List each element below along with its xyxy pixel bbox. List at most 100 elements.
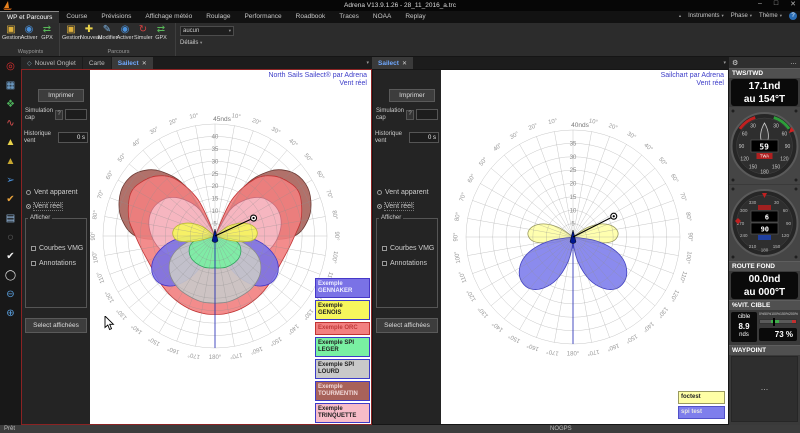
radio-vent-reel[interactable]: Vent réel <box>377 203 413 210</box>
check-icon[interactable]: ✔ <box>0 247 21 266</box>
waypoint-arrow-icon[interactable]: ➢ <box>0 171 21 190</box>
ribbon-tab[interactable]: Roulage <box>199 11 237 23</box>
zoom-in-icon[interactable]: ⊕ <box>0 304 21 323</box>
ribbon-tab[interactable]: Replay <box>398 11 432 23</box>
legend-item[interactable]: Exemple ORC <box>315 322 370 335</box>
legend-item[interactable]: Exemple TRINQUETTE <box>315 403 370 423</box>
minimize-button[interactable]: – <box>758 0 762 8</box>
ribbon-button[interactable]: ↻Simuler <box>134 24 152 41</box>
historique-vent-input[interactable]: 0 s <box>58 132 88 143</box>
simulation-cap-input[interactable] <box>416 109 438 120</box>
ribbon-tab[interactable]: NOAA <box>366 11 398 23</box>
ribbon-button[interactable]: ✎Modifier <box>98 24 116 41</box>
print-button[interactable]: Imprimer <box>389 89 435 102</box>
zoom-out-icon[interactable]: ⊖ <box>0 285 21 304</box>
ribbon-tab[interactable]: WP et Parcours <box>0 11 59 23</box>
ribbon-collapse-icon[interactable]: ▴ <box>679 13 681 19</box>
polar-chart-right[interactable]: Sailchart par Adrena Vent réel 10°10°20°… <box>441 70 728 424</box>
ribbon-button[interactable]: ◉Activer <box>116 24 134 41</box>
tws-twd-value: 17.1nd au 154°T <box>731 79 798 106</box>
panel-menu-icon[interactable]: … <box>790 59 797 66</box>
svg-text:170°: 170° <box>546 348 560 356</box>
help-button[interactable]: ? <box>55 110 63 120</box>
legend-item[interactable]: Exemple GENNAKER <box>315 278 370 298</box>
ribbon-button[interactable]: ✚Nouveau <box>80 24 98 41</box>
print-button[interactable]: Imprimer <box>38 89 84 102</box>
map-icon[interactable]: ▦ <box>0 76 21 95</box>
route-icon[interactable]: ∿ <box>0 114 21 133</box>
legend-item[interactable]: foctest <box>678 391 725 404</box>
ribbon-button[interactable]: ▣Gestion <box>2 24 20 41</box>
radio-vent-apparent[interactable]: Vent apparent <box>26 189 78 196</box>
svg-text:130°: 130° <box>656 305 669 319</box>
globe-route-icon[interactable]: ❖ <box>0 95 21 114</box>
lifebuoy-icon[interactable]: ◎ <box>0 57 21 76</box>
svg-text:30°: 30° <box>626 131 637 141</box>
tab-icon: ◇ <box>27 60 32 67</box>
polar-plot[interactable]: 10°10°20°20°30°30°40°40°50°50°60°60°70°7… <box>441 70 727 423</box>
document-tab[interactable]: Sailect✕ <box>112 57 153 69</box>
simulation-cap-input[interactable] <box>65 109 87 120</box>
svg-text:TWA: TWA <box>760 154 769 159</box>
chart-controls: Imprimer Simulation cap ? Historique ven… <box>22 70 90 424</box>
help-icon[interactable]: ? <box>789 12 797 20</box>
document-tab[interactable]: Carte <box>83 57 111 69</box>
select-affichees-button[interactable]: Select affichées <box>25 318 87 333</box>
svg-text:140°: 140° <box>130 322 144 335</box>
ribbon-button[interactable]: ⇄GPX <box>38 24 56 41</box>
notes-icon[interactable]: ▤ <box>0 209 21 228</box>
ribbon-tab[interactable]: Roadbook <box>289 11 333 23</box>
waypoints-list-icon[interactable]: ▲ <box>0 152 21 171</box>
checkbox-courbes-vmg[interactable]: Courbes VMG <box>382 245 434 252</box>
validate-route-icon[interactable]: ✔ <box>0 190 21 209</box>
checkbox-annotations[interactable]: Annotations <box>382 260 427 267</box>
close-tab-icon[interactable]: ✕ <box>142 60 147 67</box>
radio-vent-apparent[interactable]: Vent apparent <box>377 189 429 196</box>
details-dropdown[interactable]: Détails ▾ <box>180 40 300 46</box>
ribbon-tab[interactable]: Performance <box>237 11 288 23</box>
legend-item[interactable]: Exemple TOURMENTIN <box>315 381 370 401</box>
ribbon-button[interactable]: ⇄GPX <box>152 24 170 41</box>
tab-list-dropdown-icon[interactable]: ▾ <box>366 60 369 66</box>
twa-gauge: 3030 6060 9090 120120 150150 180 59 TWA <box>729 107 800 184</box>
ribbon-tab[interactable]: Traces <box>332 11 366 23</box>
document-tab[interactable]: ◇Nouvel Onglet <box>21 57 82 69</box>
ribbon-button[interactable]: ▣Gestion <box>62 24 80 41</box>
radio-vent-reel[interactable]: Vent réel <box>26 203 62 210</box>
waypoint-header: WAYPOINT <box>729 345 800 355</box>
historique-vent-input[interactable]: 0 s <box>409 132 439 143</box>
legend-item[interactable]: spi test <box>678 406 725 419</box>
close-tab-icon[interactable]: ✕ <box>402 60 407 67</box>
checkbox-annotations[interactable]: Annotations <box>31 260 76 267</box>
ribbon-button[interactable]: ◉Activer <box>20 24 38 41</box>
waypoint-icon[interactable]: ▲ <box>0 133 21 152</box>
legend-item[interactable]: Exemple SPI LEGER <box>315 337 370 357</box>
legend-item[interactable]: Exemple SPI LOURD <box>315 359 370 379</box>
polar-chart-left[interactable]: North Sails Sailect® par Adrena Vent rée… <box>90 70 371 424</box>
gear-icon[interactable]: ⚙ <box>732 59 738 67</box>
menu-dropdown[interactable]: Instruments▾ <box>688 13 724 19</box>
measure-icon[interactable]: ◌ <box>0 228 21 247</box>
tab-list-dropdown-icon[interactable]: ▾ <box>723 60 726 66</box>
legend-item[interactable]: Exemple GENOIS <box>315 300 370 320</box>
select-affichees-button[interactable]: Select affichées <box>376 318 438 333</box>
svg-text:60: 60 <box>782 132 788 138</box>
svg-text:50°: 50° <box>117 152 128 163</box>
document-tab[interactable]: Sailect✕ <box>372 57 413 69</box>
help-button[interactable]: ? <box>406 110 414 120</box>
maximize-button[interactable]: □ <box>774 0 778 8</box>
svg-text:30°: 30° <box>509 131 520 141</box>
close-button[interactable]: ✕ <box>790 0 796 8</box>
ribbon-tab[interactable]: Affichage météo <box>138 11 199 23</box>
ribbon-tab[interactable]: Course <box>59 11 94 23</box>
selection-icon[interactable]: ◯ <box>0 266 21 285</box>
checkbox-courbes-vmg[interactable]: Courbes VMG <box>31 245 83 252</box>
parcours-select[interactable]: aucun▾ <box>180 26 234 36</box>
svg-text:30: 30 <box>774 200 780 205</box>
ribbon-tab[interactable]: Prévisions <box>94 11 138 23</box>
svg-text:40°: 40° <box>132 138 143 149</box>
menu-dropdown[interactable]: Thème▾ <box>759 13 782 19</box>
svg-text:60°: 60° <box>105 170 115 181</box>
menu-dropdown[interactable]: Phase▾ <box>731 13 752 19</box>
radio-dot <box>26 204 31 209</box>
